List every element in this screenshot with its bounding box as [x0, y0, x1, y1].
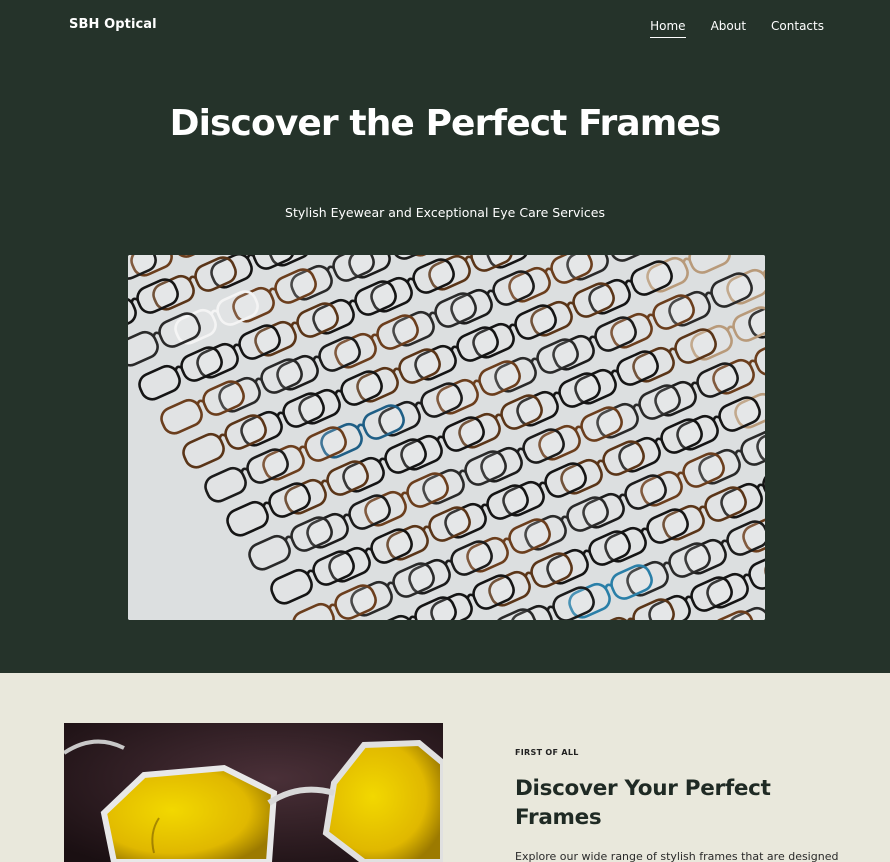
hero-subtitle: Stylish Eyewear and Exceptional Eye Care…	[285, 205, 605, 220]
section-eyebrow: FIRST OF ALL	[515, 748, 579, 757]
section-body-text: Explore our wide range of stylish frames…	[515, 850, 839, 862]
hero-eyeglasses-image	[128, 255, 765, 620]
site-logo[interactable]: SBH Optical	[69, 17, 157, 32]
feature-sunglasses-image	[64, 723, 443, 862]
nav-home-link[interactable]: Home	[650, 18, 686, 38]
section-title: Discover Your Perfect Frames	[515, 776, 771, 830]
hero-section: SBH Optical Home About Contacts Discover…	[0, 0, 890, 673]
main-nav: Home About Contacts	[650, 18, 824, 38]
nav-about-link[interactable]: About	[711, 18, 746, 38]
nav-contacts-link[interactable]: Contacts	[771, 18, 824, 38]
hero-title: Discover the Perfect Frames	[169, 103, 722, 144]
